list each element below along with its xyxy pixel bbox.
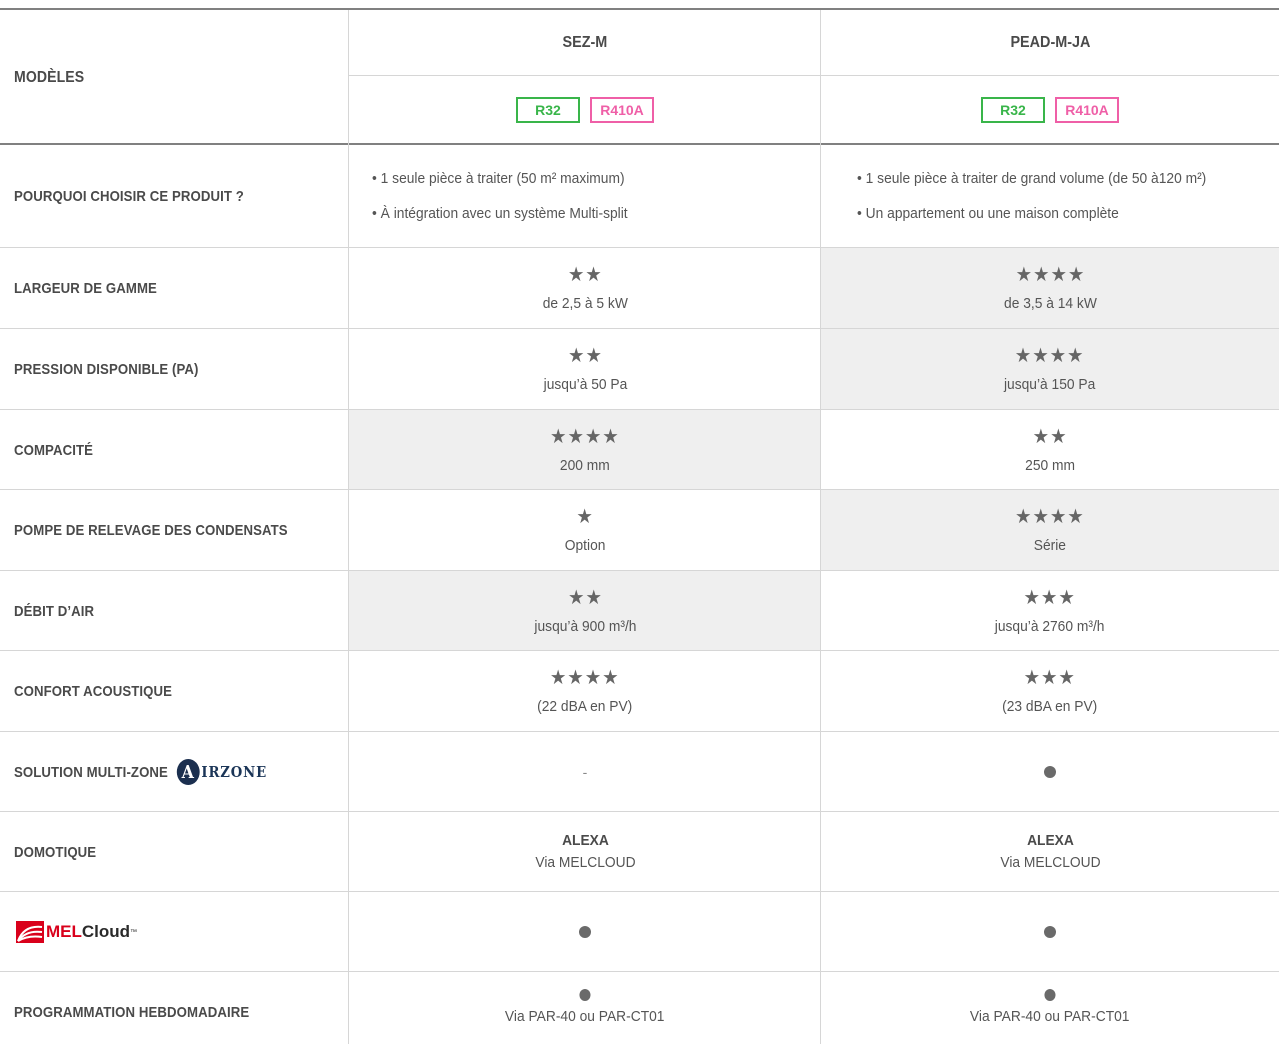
star-rating: ★★★★ — [550, 425, 620, 448]
acoustic-col2-text: (23 dBA en PV) — [1002, 698, 1098, 715]
list-item: • 1 seule pièce à traiter (50 m² maximum… — [372, 170, 625, 187]
compact-col1: ★★★★ 200 mm — [349, 410, 821, 490]
pump-col1: ★ Option — [349, 490, 821, 571]
domotique-col2-title: ALEXA — [1026, 832, 1074, 849]
available-dot-icon — [579, 926, 591, 938]
why-col2: • 1 seule pièce à traiter de grand volum… — [857, 161, 1206, 231]
pump-col1-text: Option — [564, 537, 606, 554]
star-rating: ★★★★ — [1015, 264, 1085, 286]
weekly-col1: Via PAR-40 ou PAR-CT01 — [349, 984, 821, 1034]
melcloud-icon — [16, 921, 44, 943]
compact-col2: ★★ 250 mm — [821, 410, 1279, 490]
list-item: • 1 seule pièce à traiter de grand volum… — [857, 170, 1207, 187]
melcloud-logo-cloud: Cloud — [81, 922, 131, 941]
range-col1-text: de 2,5 à 5 kW — [542, 295, 628, 312]
melcloud-col1 — [349, 892, 821, 972]
star-rating: ★★★★ — [550, 667, 620, 689]
pump-col2: ★★★★ Série — [821, 490, 1279, 571]
available-dot-icon — [579, 989, 591, 1001]
why-col1: • 1 seule pièce à traiter (50 m² maximum… — [372, 161, 628, 231]
star-rating: ★★ — [567, 586, 603, 609]
compact-col2-text: 250 mm — [1025, 456, 1075, 474]
airflow-label: DÉBIT D’AIR — [14, 602, 95, 620]
multizone-col1-text: - — [582, 764, 588, 780]
melcloud-logo-tm: ™ — [130, 928, 138, 936]
available-dot-icon — [1044, 989, 1056, 1001]
acoustic-col1: ★★★★ (22 dBA en PV) — [349, 651, 821, 732]
available-dot-icon — [1044, 766, 1056, 778]
star-rating: ★★★★ — [1015, 345, 1085, 367]
col2-model-title: PEAD-M-JA — [1009, 33, 1090, 51]
airzone-logo-letter: A — [176, 759, 200, 785]
pressure-col2-text: jusqu’à 150 Pa — [1004, 376, 1096, 393]
list-item: • À intégration avec un système Multi-sp… — [372, 205, 628, 222]
pump-label: POMPE DE RELEVAGE DES CONDENSATS — [14, 522, 288, 539]
compact-label: COMPACITÉ — [14, 441, 94, 459]
r410a-badge: R410A — [1055, 96, 1119, 123]
r410a-badge: R410A — [590, 96, 654, 123]
available-dot-icon — [1044, 926, 1056, 938]
multizone-col2 — [821, 732, 1279, 812]
pump-col2-text: Série — [1033, 537, 1067, 554]
pressure-col1-text: jusqu’à 50 Pa — [543, 376, 627, 393]
list-item: • Un appartement ou une maison complète — [857, 205, 1119, 222]
weekly-col2-text: Via PAR-40 ou PAR-CT01 — [970, 1008, 1130, 1025]
col1-header: SEZ-M — [349, 10, 821, 75]
melcloud-logo-mel: MEL — [46, 922, 82, 941]
multizone-label-text: SOLUTION MULTI-ZONE — [14, 763, 168, 781]
domotique-col2: ALEXA Via MELCLOUD — [821, 812, 1279, 892]
domotique-label: DOMOTIQUE — [14, 843, 97, 861]
domotique-col1-title: ALEXA — [561, 832, 609, 849]
r32-badge: R32 — [981, 96, 1045, 123]
star-rating: ★★ — [1032, 425, 1068, 448]
airflow-col1-text: jusqu’à 900 m³/h — [533, 617, 637, 635]
col2-refrigerants: R32 R410A — [821, 76, 1279, 143]
acoustic-col1-text: (22 dBA en PV) — [537, 698, 633, 715]
r32-badge: R32 — [516, 96, 580, 123]
airflow-col2-text: jusqu’à 2760 m³/h — [995, 617, 1105, 635]
range-col2-text: de 3,5 à 14 kW — [1003, 295, 1097, 312]
weekly-col1-text: Via PAR-40 ou PAR-CT01 — [505, 1008, 665, 1025]
models-label: MODÈLES — [14, 68, 85, 86]
range-col1: ★★ de 2,5 à 5 kW — [349, 248, 821, 329]
star-rating: ★ — [576, 506, 594, 528]
pressure-col1: ★★ jusqu’à 50 Pa — [349, 329, 821, 410]
airflow-col2: ★★★ jusqu’à 2760 m³/h — [821, 571, 1279, 651]
melcloud-logo: MEL Cloud ™ — [16, 892, 137, 972]
col1-model-title: SEZ-M — [562, 33, 608, 51]
airzone-logo: A IRZONE — [176, 759, 268, 785]
domotique-col1: ALEXA Via MELCLOUD — [349, 812, 821, 892]
airzone-logo-text: IRZONE — [201, 763, 268, 781]
weekly-label: PROGRAMMATION HEBDOMADAIRE — [14, 1003, 250, 1021]
star-rating: ★★★★ — [1015, 506, 1085, 528]
why-label: POURQUOI CHOISIR CE PRODUIT ? — [14, 188, 244, 205]
acoustic-label: CONFORT ACOUSTIQUE — [14, 683, 173, 700]
compact-col1-text: 200 mm — [560, 456, 610, 474]
star-rating: ★★★ — [1023, 586, 1077, 609]
star-rating: ★★ — [567, 345, 603, 367]
pressure-col2: ★★★★ jusqu’à 150 Pa — [821, 329, 1279, 410]
comparison-table: MODÈLES SEZ-M PEAD-M-JA R32 R410A R32 R4… — [0, 0, 1279, 1044]
airflow-col1: ★★ jusqu’à 900 m³/h — [349, 571, 821, 651]
col2-header: PEAD-M-JA — [821, 10, 1279, 75]
acoustic-col2: ★★★ (23 dBA en PV) — [821, 651, 1279, 732]
range-label: LARGEUR DE GAMME — [14, 280, 157, 297]
melcloud-col2 — [821, 892, 1279, 972]
multizone-label: SOLUTION MULTI-ZONE A IRZONE — [14, 732, 267, 812]
star-rating: ★★ — [567, 264, 603, 286]
star-rating: ★★★ — [1023, 667, 1077, 689]
col1-refrigerants: R32 R410A — [349, 76, 821, 143]
pressure-label: PRESSION DISPONIBLE (PA) — [14, 361, 199, 378]
domotique-col2-text: Via MELCLOUD — [999, 854, 1101, 871]
domotique-col1-text: Via MELCLOUD — [534, 854, 636, 871]
multizone-col1: - — [349, 732, 821, 812]
weekly-col2: Via PAR-40 ou PAR-CT01 — [821, 984, 1279, 1034]
range-col2: ★★★★ de 3,5 à 14 kW — [821, 248, 1279, 329]
